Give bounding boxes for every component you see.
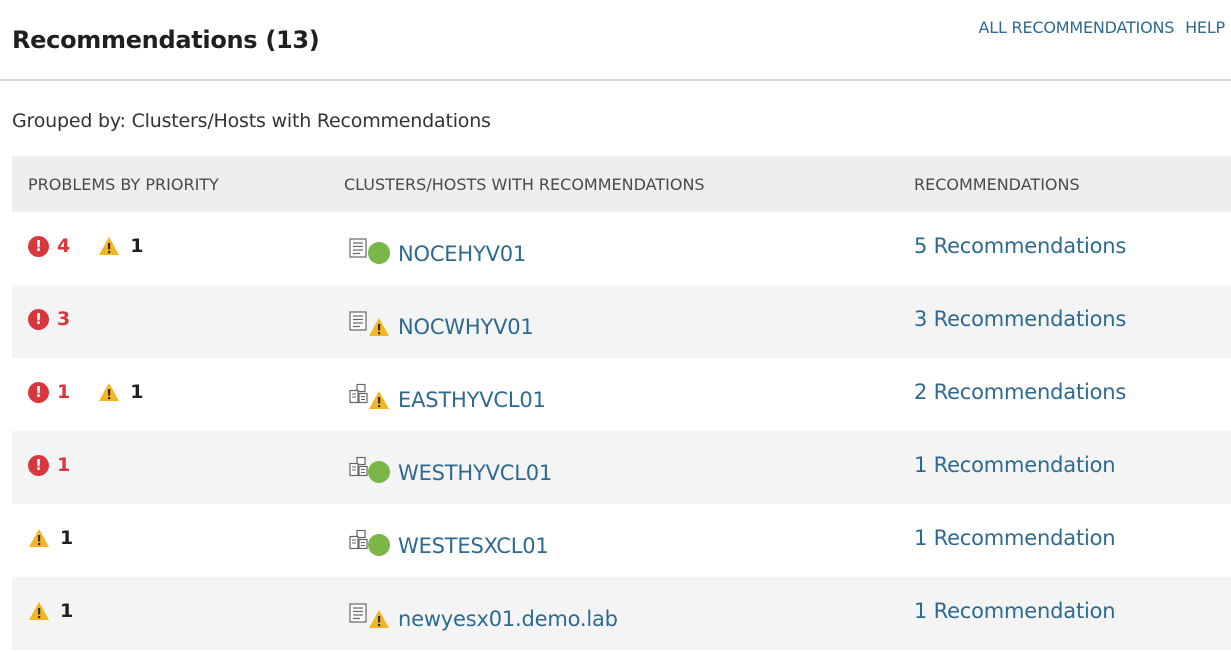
object-cell: WESTESXCL01 [348,524,549,558]
recommendations-cell: 1 Recommendation [914,597,1116,625]
object-link[interactable]: newyesx01.demo.lab [398,607,618,631]
error-count: 1 [57,381,71,403]
object-cell: WESTHYVCL01 [348,451,552,485]
error-count: 1 [57,454,71,476]
priority-cell: ! 1 1 [28,378,143,406]
priority-cell: ! 3 [28,305,70,333]
warning-icon [99,237,120,255]
error-count: 4 [57,235,71,257]
table-header: PROBLEMS BY PRIORITY CLUSTERS/HOSTS WITH… [12,156,1231,212]
object-link[interactable]: WESTHYVCL01 [398,461,552,485]
help-link[interactable]: HELP [1185,18,1225,37]
priority-cell: 1 [28,597,73,625]
table-row: 1 WESTESXCL01 1 Recommendation [12,504,1231,577]
object-cell: NOCWHYV01 [348,305,534,339]
recommendations-cell: 5 Recommendations [914,232,1126,260]
priority-cell: 1 [28,524,73,552]
recommendations-cell: 1 Recommendation [914,524,1116,552]
warning-icon [29,529,49,547]
error-icon: ! [28,454,49,476]
recommendations-link[interactable]: 1 Recommendation [914,599,1116,623]
cluster-icon [349,456,368,477]
all-recommendations-link[interactable]: ALL RECOMMENDATIONS [979,18,1175,37]
error-icon: ! [28,308,49,330]
object-link[interactable]: NOCWHYV01 [398,315,534,339]
host-icon [349,603,367,623]
object-link[interactable]: NOCEHYV01 [398,242,526,266]
cluster-icon [349,529,368,550]
object-cell: newyesx01.demo.lab [348,597,618,631]
grouped-by-label: Grouped by: Clusters/Hosts with Recommen… [12,110,491,132]
object-link[interactable]: EASTHYVCL01 [398,388,546,412]
table-row: ! 1 1 EASTHYVCL01 2 Recommendations [12,358,1231,431]
recommendations-table: PROBLEMS BY PRIORITY CLUSTERS/HOSTS WITH… [12,156,1231,650]
table-body: ! 4 1 NOCEHYV01 5 Recommendations! 3 NOCWHYV01… [12,212,1231,650]
priority-cell: ! 1 [28,451,70,479]
page-title: Recommendations (13) [12,26,320,54]
host-icon [349,238,367,258]
column-header-priority[interactable]: PROBLEMS BY PRIORITY [28,175,219,194]
error-icon: ! [28,381,49,403]
object-link[interactable]: WESTESXCL01 [398,534,549,558]
warning-count: 1 [130,381,144,403]
page-header: Recommendations (13) ALL RECOMMENDATIONS… [0,0,1231,81]
warning-count: 1 [60,600,74,622]
table-row: 1 newyesx01.demo.lab 1 Recommendation [12,577,1231,650]
recommendations-link[interactable]: 1 Recommendation [914,453,1116,477]
host-icon [349,311,367,331]
table-row: ! 4 1 NOCEHYV01 5 Recommendations [12,212,1231,285]
column-header-recommendations[interactable]: RECOMMENDATIONS [914,175,1080,194]
table-row: ! 1 WESTHYVCL01 1 Recommendation [12,431,1231,504]
warning-count: 1 [60,527,74,549]
table-row: ! 3 NOCWHYV01 3 Recommendations [12,285,1231,358]
column-header-objects[interactable]: CLUSTERS/HOSTS WITH RECOMMENDATIONS [344,175,705,194]
recommendations-link[interactable]: 3 Recommendations [914,307,1126,331]
cluster-icon [349,383,368,404]
recommendations-link[interactable]: 2 Recommendations [914,380,1126,404]
error-icon: ! [28,235,49,257]
warning-icon [29,602,49,620]
recommendations-cell: 3 Recommendations [914,305,1126,333]
recommendations-cell: 2 Recommendations [914,378,1126,406]
object-cell: EASTHYVCL01 [348,378,546,412]
header-links: ALL RECOMMENDATIONS HELP [973,18,1226,37]
recommendations-link[interactable]: 5 Recommendations [914,234,1126,258]
priority-cell: ! 4 1 [28,232,143,260]
object-cell: NOCEHYV01 [348,232,526,266]
recommendations-link[interactable]: 1 Recommendation [914,526,1116,550]
recommendations-cell: 1 Recommendation [914,451,1116,479]
error-count: 3 [57,308,71,330]
warning-icon [99,383,120,401]
warning-count: 1 [130,235,144,257]
